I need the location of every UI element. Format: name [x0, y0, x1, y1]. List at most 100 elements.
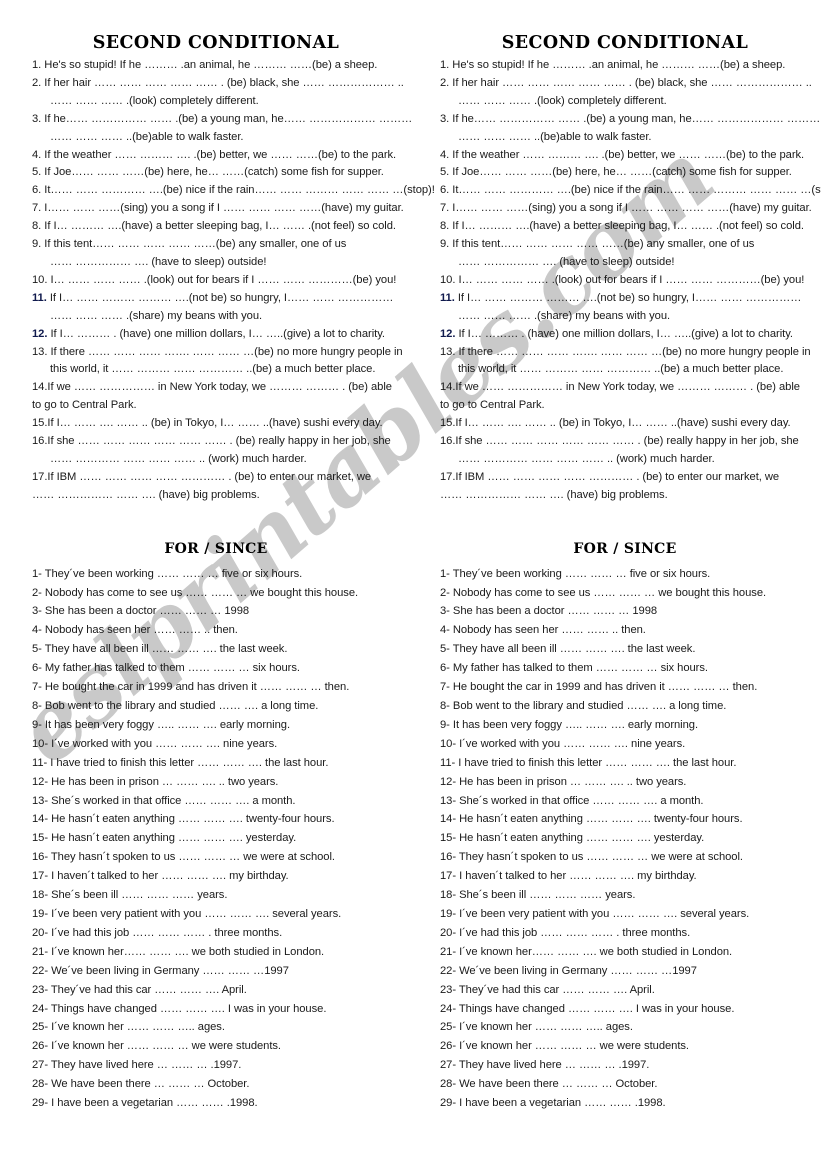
for-since-item: 18- She´s been ill …… …… …… years.: [32, 889, 228, 902]
for-since-item: 26- I´ve known her …… …… … we were stude…: [440, 1040, 689, 1053]
for-since-item: 5- They have all been ill …… …… …. the l…: [32, 643, 288, 656]
for-since-item: 5- They have all been ill …… …… …. the l…: [440, 643, 696, 656]
exercise-item: …… ………… …… …… …… .. (work) much harder.: [50, 452, 307, 465]
exercise-item: 11. If I… …… ……… ……… ….(not be) so hungr…: [32, 290, 400, 308]
exercise-item-number: 12.: [440, 327, 456, 340]
conditional-exercise-list-left: 1. He's so stupid! If he ……… .an animal,…: [32, 57, 435, 505]
exercise-item: …… …………… …… …. (have) big problems.: [32, 488, 260, 501]
exercise-item: …… …… …… .(share) my beans with you.: [50, 309, 263, 322]
exercise-item: 7. I…… …… ……(sing) you a song if I …… ………: [440, 202, 812, 215]
two-column-layout: SECOND CONDITIONAL 1. He's so stupid! If…: [0, 0, 821, 1113]
for-since-exercise-list-left: 1- They´ve been working …… …… … five or …: [32, 565, 400, 1113]
for-since-item: 7- He bought the car in 1999 and has dri…: [32, 681, 350, 694]
for-since-item: 24- Things have changed …… …… …. I was i…: [440, 1002, 735, 1015]
exercise-item: …… …………… …. (have to sleep) outside!: [50, 255, 267, 268]
for-since-item: 29- I have been a vegetarian …… …… .1998…: [32, 1097, 258, 1110]
exercise-item: …… …… …… ..(be)able to walk faster.: [458, 130, 652, 143]
exercise-item: this world, it …… ……… …… ………… ..(be) a m…: [458, 363, 784, 376]
worksheet-column-left: SECOND CONDITIONAL 1. He's so stupid! If…: [0, 0, 435, 1113]
for-since-item: 28- We have been there … …… … October.: [440, 1078, 658, 1091]
conditional-exercise-list-right: 1. He's so stupid! If he ……… .an animal,…: [440, 57, 821, 505]
exercise-item: 6. It…… …… ………… ….(be) nice if the rain……: [440, 184, 821, 197]
for-since-item: 14- He hasn´t eaten anything …… …… …. tw…: [32, 813, 335, 826]
for-since-item: 14- He hasn´t eaten anything …… …… …. tw…: [440, 813, 743, 826]
exercise-item: to go to Central Park.: [440, 399, 545, 412]
for-since-item: 11- I have tried to finish this letter ……: [440, 756, 737, 769]
exercise-item-text: If I… …… ……… ……… ….(not be) so hungry, I…: [454, 291, 802, 304]
worksheet-column-right: SECOND CONDITIONAL 1. He's so stupid! If…: [410, 0, 821, 1113]
for-since-item: 1- They´ve been working …… …… … five or …: [440, 567, 711, 580]
exercise-item: …… …… …… .(share) my beans with you.: [458, 309, 671, 322]
exercise-item: 13. If there …… …… …… ……. …… …… …(be) no…: [32, 345, 403, 358]
for-since-item: 11- I have tried to finish this letter ……: [32, 756, 329, 769]
exercise-item: 10. I… …… …… …… .(look) out for bears if…: [440, 273, 805, 286]
exercise-item: 2. If her hair …… …… …… …… …… . (be) bla…: [440, 76, 812, 89]
exercise-item: 8. If I… ……… ….(have) a better sleeping …: [32, 220, 396, 233]
exercise-item: 5. If Joe…… …… ……(be) here, he… ……(catch…: [32, 166, 384, 179]
for-since-item: 24- Things have changed …… …… …. I was i…: [32, 1002, 327, 1015]
exercise-item: 8. If I… ……… ….(have) a better sleeping …: [440, 220, 804, 233]
for-since-item: 17- I haven´t talked to her …… …… …. my …: [32, 870, 289, 883]
for-since-item: 10- I´ve worked with you …… …… …. nine y…: [440, 737, 686, 750]
page-title-conditional-right: SECOND CONDITIONAL: [501, 33, 749, 53]
for-since-item: 27- They have lived here … …… … .1997.: [32, 1059, 242, 1072]
for-since-item: 23- They´ve had this car …… …… …. April.: [32, 983, 247, 996]
exercise-item: 7. I…… …… ……(sing) you a song if I …… ………: [32, 202, 404, 215]
for-since-item: 17- I haven´t talked to her …… …… …. my …: [440, 870, 697, 883]
for-since-item: 13- She´s worked in that office …… …… ….…: [440, 794, 704, 807]
exercise-item: 15.If I… …… …. …… .. (be) in Tokyo, I… ……: [32, 417, 383, 430]
exercise-item: 17.If IBM …… …… …… …… ………… . (be) to ent…: [440, 470, 780, 483]
for-since-item: 16- They hasn´t spoken to us …… …… … we …: [440, 851, 743, 864]
exercise-item: 4. If the weather …… ……… …. .(be) better…: [440, 148, 805, 161]
for-since-item: 25- I´ve known her …… …… ….. ages.: [440, 1021, 633, 1034]
for-since-item: 2- Nobody has come to see us …… …… … we …: [440, 586, 767, 599]
for-since-item: 23- They´ve had this car …… …… …. April.: [440, 983, 655, 996]
exercise-item: 14.If we …… …………… in New York today, we …: [32, 381, 392, 394]
exercise-item: …… …………… …. (have to sleep) outside!: [458, 255, 675, 268]
exercise-item: 1. He's so stupid! If he ……… .an animal,…: [440, 59, 786, 71]
exercise-item: 2. If her hair …… …… …… …… …… . (be) bla…: [32, 76, 404, 89]
exercise-item: 12. If I… ……… . (have) one million dolla…: [32, 326, 400, 344]
exercise-item: 3. If he…… …………… …… .(be) a young man, h…: [32, 112, 413, 125]
exercise-item: 4. If the weather …… ……… …. .(be) better…: [32, 148, 397, 161]
exercise-item-number: 11.: [32, 291, 47, 304]
for-since-item: 25- I´ve known her …… …… ….. ages.: [32, 1021, 225, 1034]
for-since-item: 13- She´s worked in that office …… …… ….…: [32, 794, 296, 807]
for-since-item: 19- I´ve been very patient with you …… ……: [440, 907, 750, 920]
exercise-item: 14.If we …… …………… in New York today, we …: [440, 381, 800, 394]
for-since-item: 9- It has been very foggy ….. …… …. earl…: [440, 718, 699, 731]
for-since-item: 20- I´ve had this job …… …… …… . three m…: [440, 926, 691, 939]
for-since-item: 8- Bob went to the library and studied ……: [32, 700, 319, 712]
for-since-item: 27- They have lived here … …… … .1997.: [440, 1059, 650, 1072]
for-since-item: 7- He bought the car in 1999 and has dri…: [440, 681, 758, 694]
exercise-item: 13. If there …… …… …… ……. …… …… …(be) no…: [440, 345, 811, 358]
for-since-item: 4- Nobody has seen her …… …… .. then.: [440, 624, 646, 637]
exercise-item: 1. He's so stupid! If he ……… .an animal,…: [32, 59, 378, 71]
exercise-item: 9. If this tent…… …… …… …… ……(be) any sm…: [440, 238, 755, 251]
exercise-item-text: If I… ……… . (have) one million dollars, …: [455, 327, 793, 340]
for-since-item: 26- I´ve known her …… …… … we were stude…: [32, 1040, 281, 1053]
for-since-item: 12- He has been in prison … …… …. .. two…: [32, 775, 279, 788]
exercise-item: 10. I… …… …… …… .(look) out for bears if…: [32, 273, 397, 286]
exercise-item: 11. If I… …… ……… ……… ….(not be) so hungr…: [440, 290, 810, 308]
exercise-item: 5. If Joe…… …… ……(be) here, he… ……(catch…: [440, 166, 792, 179]
for-since-item: 21- I´ve known her…… …… …. we both studi…: [32, 945, 325, 958]
exercise-item: to go to Central Park.: [32, 399, 137, 412]
for-since-item: 2- Nobody has come to see us …… …… … we …: [32, 586, 359, 599]
exercise-item: 9. If this tent…… …… …… …… ……(be) any sm…: [32, 238, 347, 251]
exercise-item: 17.If IBM …… …… …… …… ………… . (be) to ent…: [32, 470, 372, 483]
for-since-item: 8- Bob went to the library and studied ……: [440, 700, 727, 712]
exercise-item: …… …… …… .(look) completely different.: [458, 94, 667, 107]
for-since-item: 22- We´ve been living in Germany …… …… ……: [32, 964, 289, 977]
for-since-item: 18- She´s been ill …… …… …… years.: [440, 889, 636, 902]
exercise-item: 16.If she …… …… …… …… …… …… . (be) reall…: [440, 435, 799, 448]
for-since-item: 15- He hasn´t eaten anything …… …… …. ye…: [32, 832, 297, 845]
exercise-item: 15.If I… …… …. …… .. (be) in Tokyo, I… ……: [440, 417, 791, 430]
exercise-item-text: If I… ……… . (have) one million dollars, …: [47, 327, 385, 340]
for-since-item: 6- My father has talked to them …… …… … …: [32, 662, 300, 675]
for-since-item: 1- They´ve been working …… …… … five or …: [32, 567, 303, 580]
for-since-item: 12- He has been in prison … …… …. .. two…: [440, 775, 687, 788]
exercise-item: …… …… …… .(look) completely different.: [50, 94, 259, 107]
for-since-item: 16- They hasn´t spoken to us …… …… … we …: [32, 851, 335, 864]
exercise-item: 12. If I… ……… . (have) one million dolla…: [440, 326, 810, 344]
